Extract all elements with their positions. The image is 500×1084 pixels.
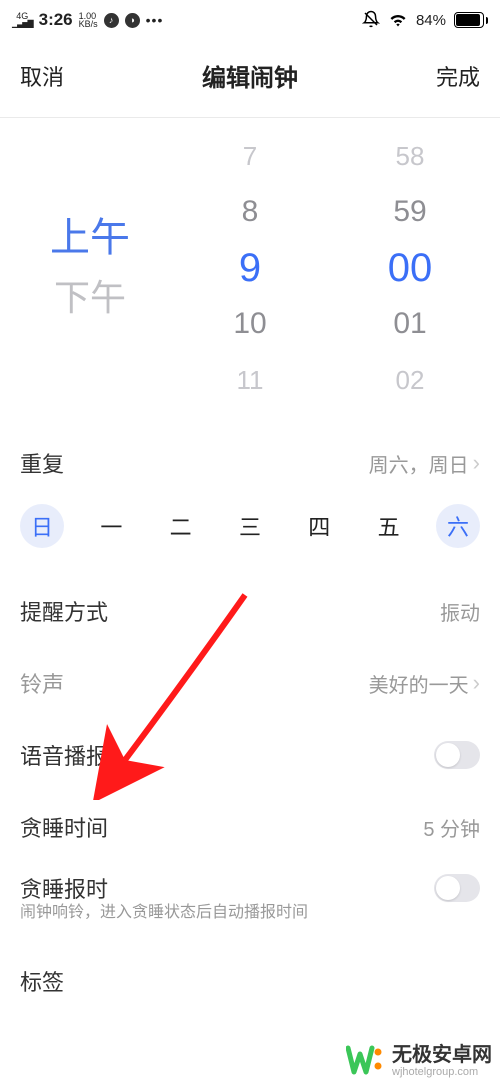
status-time: 3:26 xyxy=(39,10,73,30)
voice-toggle[interactable] xyxy=(434,741,480,769)
day-tue[interactable]: 二 xyxy=(159,504,203,548)
snooze-announce-toggle[interactable] xyxy=(434,874,480,902)
status-speed: 1.00 KB/s xyxy=(79,12,98,28)
signal-icon: 4G ▁▃▅▇ xyxy=(12,12,33,27)
tag-label: 标签 xyxy=(20,965,64,997)
watermark-url: wjhotelgroup.com xyxy=(392,1066,492,1078)
battery-percent: 84% xyxy=(416,12,446,29)
day-mon[interactable]: 一 xyxy=(89,504,133,548)
ringtone-label: 铃声 xyxy=(20,667,64,699)
snooze-time-row[interactable]: 贪睡时间 5 分钟 xyxy=(20,782,480,854)
settings-list: 重复 周六，周日 › 日 一 二 三 四 五 六 提醒方式 振动 铃声 美好的一… xyxy=(0,418,500,1008)
done-button[interactable]: 完成 xyxy=(436,60,480,92)
hour-selected: 9 xyxy=(239,240,261,296)
page-title: 编辑闹钟 xyxy=(202,58,298,93)
battery-icon xyxy=(454,12,488,28)
wifi-icon xyxy=(388,11,408,30)
ampm-am[interactable]: 上午 xyxy=(50,208,130,268)
tag-row[interactable]: 标签 xyxy=(20,936,480,1008)
watermark: 无极安卓网 wjhotelgroup.com xyxy=(346,1044,492,1078)
repeat-value: 周六，周日 xyxy=(369,449,469,478)
minute-column[interactable]: 58 59 00 01 02 xyxy=(330,118,490,418)
ringtone-row[interactable]: 铃声 美好的一天 › xyxy=(20,638,480,710)
status-icon-2: ◑ xyxy=(125,13,140,28)
ringtone-value: 美好的一天 xyxy=(369,669,469,698)
ampm-pm[interactable]: 下午 xyxy=(54,268,126,328)
status-icon-1: ♪ xyxy=(104,13,119,28)
day-thu[interactable]: 四 xyxy=(297,504,341,548)
watermark-logo-icon xyxy=(346,1044,386,1078)
ampm-column[interactable]: . 上午 下午 . xyxy=(10,118,170,418)
repeat-row[interactable]: 重复 周六，周日 › xyxy=(20,418,480,490)
chevron-right-icon: › xyxy=(473,450,480,476)
snooze-time-label: 贪睡时间 xyxy=(20,811,108,843)
day-selector: 日 一 二 三 四 五 六 xyxy=(20,490,480,566)
chevron-right-icon: › xyxy=(473,670,480,696)
remind-label: 提醒方式 xyxy=(20,595,108,627)
minute-selected: 00 xyxy=(388,240,433,296)
day-fri[interactable]: 五 xyxy=(367,504,411,548)
voice-row: 语音播报 xyxy=(20,710,480,782)
dnd-icon xyxy=(362,10,380,31)
app-header: 取消 编辑闹钟 完成 xyxy=(0,40,500,117)
day-sat[interactable]: 六 xyxy=(436,504,480,548)
more-icon: ••• xyxy=(146,12,164,28)
status-bar: 4G ▁▃▅▇ 3:26 1.00 KB/s ♪ ◑ ••• 84% xyxy=(0,0,500,40)
remind-value: 振动 xyxy=(440,597,480,626)
voice-label: 语音播报 xyxy=(20,739,108,771)
day-sun[interactable]: 日 xyxy=(20,504,64,548)
snooze-announce-desc: 闹钟响铃，进入贪睡状态后自动播报时间 xyxy=(20,898,480,936)
watermark-title: 无极安卓网 xyxy=(392,1044,492,1066)
day-wed[interactable]: 三 xyxy=(228,504,272,548)
hour-column[interactable]: 7 8 9 10 11 xyxy=(170,118,330,418)
snooze-time-value: 5 分钟 xyxy=(423,813,480,842)
time-picker[interactable]: . 上午 下午 . 7 8 9 10 11 58 59 00 01 02 xyxy=(0,118,500,418)
remind-row[interactable]: 提醒方式 振动 xyxy=(20,566,480,638)
cancel-button[interactable]: 取消 xyxy=(20,60,64,92)
repeat-label: 重复 xyxy=(20,447,64,479)
